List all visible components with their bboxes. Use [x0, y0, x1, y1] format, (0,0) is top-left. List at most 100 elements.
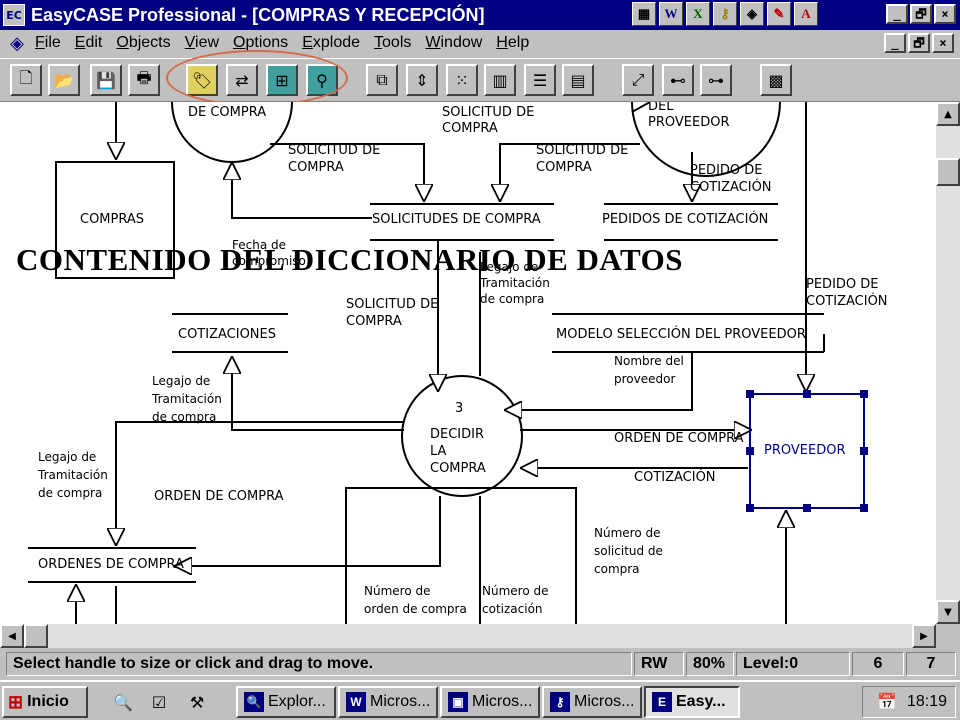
overlay-title: CONTENIDO DEL DICCIONARIO DE DATOS	[16, 242, 683, 277]
taskbar: ⊞ Inicio 🔍 ☑ ⚒ 🔍 Explor... W Micros... ▣…	[0, 680, 960, 720]
easycase-app-icon[interactable]: EC	[3, 4, 25, 26]
open-folder-icon[interactable]: 📂	[48, 64, 80, 96]
clock[interactable]: 18:19	[907, 693, 947, 711]
label-num-sol-2: solicitud de	[594, 544, 663, 558]
tools-icon[interactable]: ⚒	[184, 690, 210, 714]
label-proveedor-partial-2: PROVEEDOR	[648, 115, 730, 130]
horizontal-scrollbar[interactable]: ◀ ▶	[0, 624, 936, 648]
menu-objects[interactable]: Objects	[109, 34, 177, 52]
key-icon[interactable]: ⚷	[713, 2, 737, 26]
label-store-ordenes: ORDENES DE COMPRA	[38, 557, 184, 572]
scroll-updown-icon[interactable]: ⇕	[406, 64, 438, 96]
menu-file[interactable]: File	[28, 34, 68, 52]
word-icon[interactable]: W	[659, 2, 683, 26]
scroll-left-icon[interactable]: ◀	[0, 624, 24, 648]
title-tray-icons: ▦ W X ⚷ ◈ ✎ A	[632, 2, 818, 26]
menu-explode[interactable]: Explode	[295, 34, 367, 52]
task-label: Micros...	[370, 693, 431, 710]
status-bar: Select handle to size or click and drag …	[0, 650, 960, 678]
vertical-scrollbar[interactable]: ▲ ▼	[936, 102, 960, 624]
label-solicitud-left-2: COMPRA	[288, 160, 344, 175]
toolbar: 🗋 📂 💾 🖶 🏷 ⇄ ⊞ ⚲ ⧉ ⇕ ⁙ ▥ ☰ ▤ ⤢ ⊷ ⊶ ▩	[0, 58, 960, 102]
label-pedido-cot-2a: PEDIDO DE	[806, 277, 879, 292]
checklist-icon[interactable]: ☑	[146, 690, 172, 714]
label-orden-left: ORDEN DE COMPRA	[154, 489, 284, 504]
label-store-modelo: MODELO SELECCIÓN DEL PROVEEDOR	[556, 327, 806, 342]
vertical-scroll-thumb[interactable]	[936, 158, 960, 186]
menu-bar: ◈ File Edit Objects View Options Explode…	[0, 30, 960, 56]
list-icon[interactable]: ☰	[524, 64, 556, 96]
scheduler-icon[interactable]: 📅	[877, 692, 897, 712]
window-title: EasyCASE Professional - [COMPRAS Y RECEP…	[31, 4, 485, 25]
start-button[interactable]: ⊞ Inicio	[2, 686, 88, 718]
hierarchy-icon[interactable]: ⊷	[662, 64, 694, 96]
data-dictionary-icon[interactable]: 🏷	[186, 64, 218, 96]
label-num-cot-1: Número de	[482, 584, 549, 598]
process-chart-icon[interactable]: ⊞	[266, 64, 298, 96]
label-num-sol-1: Número de	[594, 526, 661, 540]
title-bar[interactable]: EC EasyCASE Professional - [COMPRAS Y RE…	[0, 0, 960, 30]
grid-icon[interactable]: ⁙	[446, 64, 478, 96]
pattern-icon[interactable]: ▩	[760, 64, 792, 96]
system-tray: 📅 18:19	[862, 686, 956, 718]
expand-icon[interactable]: ⤢	[622, 64, 654, 96]
status-message: Select handle to size or click and drag …	[6, 652, 632, 676]
menu-tools[interactable]: Tools	[367, 34, 418, 52]
task-easycase[interactable]: E Easy...	[644, 686, 740, 718]
ruler-icon[interactable]: ▥	[484, 64, 516, 96]
tree-icon[interactable]: ⊶	[700, 64, 732, 96]
label-legajo-far-3: de compra	[38, 486, 103, 500]
label-de-compra: DE COMPRA	[188, 105, 267, 120]
menu-edit[interactable]: Edit	[68, 34, 110, 52]
horizontal-scroll-thumb[interactable]	[24, 624, 48, 648]
scroll-up-icon[interactable]: ▲	[936, 102, 960, 126]
print-icon[interactable]: 🖶	[128, 64, 160, 96]
task-label: Easy...	[676, 693, 726, 710]
search-diagram-icon[interactable]: ⚲	[306, 64, 338, 96]
scroll-corner	[936, 624, 960, 648]
label-pedido-cot-1a: PEDIDO DE	[690, 163, 763, 178]
window-icon[interactable]: ⧉	[366, 64, 398, 96]
new-file-icon[interactable]: 🗋	[10, 64, 42, 96]
label-solicitud-center-2: COMPRA	[346, 314, 402, 329]
app-icon[interactable]: ◈	[740, 2, 764, 26]
menu-help[interactable]: Help	[489, 34, 536, 52]
label-legajo-top-3: de compra	[480, 292, 545, 306]
status-zoom: 80%	[686, 652, 734, 676]
minimize-button[interactable]: _	[886, 4, 908, 24]
windows-icon[interactable]: ▦	[632, 2, 656, 26]
task-powerpoint[interactable]: ▣ Micros...	[440, 686, 540, 718]
task-easycase-icon: E	[652, 692, 672, 712]
label-legajo-far-2: Tramitación	[38, 468, 108, 482]
pen-icon[interactable]: ✎	[767, 2, 791, 26]
excel-icon[interactable]: X	[686, 2, 710, 26]
restore-button[interactable]: 🗗	[910, 4, 932, 24]
label-orden-right: ORDEN DE COMPRA	[614, 431, 744, 446]
label-solicitud-center-1: SOLICITUD DE	[346, 297, 439, 312]
task-explorer[interactable]: 🔍 Explor...	[236, 686, 336, 718]
doc-restore-button[interactable]: 🗗	[908, 33, 930, 53]
diagram-canvas[interactable]: DE COMPRA DEL PROVEEDOR SOLICITUD DE COM…	[0, 102, 936, 624]
menu-options[interactable]: Options	[226, 34, 295, 52]
acrobat-icon[interactable]: A	[794, 2, 818, 26]
label-num-sol-3: compra	[594, 562, 640, 576]
label-legajo-left-1: Legajo de	[152, 374, 211, 388]
scroll-right-icon[interactable]: ▶	[912, 624, 936, 648]
flow-icon[interactable]: ⇄	[226, 64, 258, 96]
label-solicitud-mid-2: COMPRA	[536, 160, 592, 175]
label-legajo-left-3: de compra	[152, 410, 217, 424]
task-key-app[interactable]: ⚷ Micros...	[542, 686, 642, 718]
close-button[interactable]: ×	[934, 4, 956, 24]
label-store-pedidos: PEDIDOS DE COTIZACIÓN	[602, 212, 769, 227]
menu-window[interactable]: Window	[418, 34, 489, 52]
task-word[interactable]: W Micros...	[338, 686, 438, 718]
doc-minimize-button[interactable]: _	[884, 33, 906, 53]
save-icon[interactable]: 💾	[90, 64, 122, 96]
table-icon[interactable]: ▤	[562, 64, 594, 96]
document-control-icon[interactable]: ◈	[6, 32, 28, 54]
scroll-down-icon[interactable]: ▼	[936, 600, 960, 624]
doc-close-button[interactable]: ×	[932, 33, 954, 53]
menu-view[interactable]: View	[178, 34, 226, 52]
document-window-controls: _ 🗗 ×	[884, 33, 954, 53]
explorer-icon[interactable]: 🔍	[110, 690, 136, 714]
